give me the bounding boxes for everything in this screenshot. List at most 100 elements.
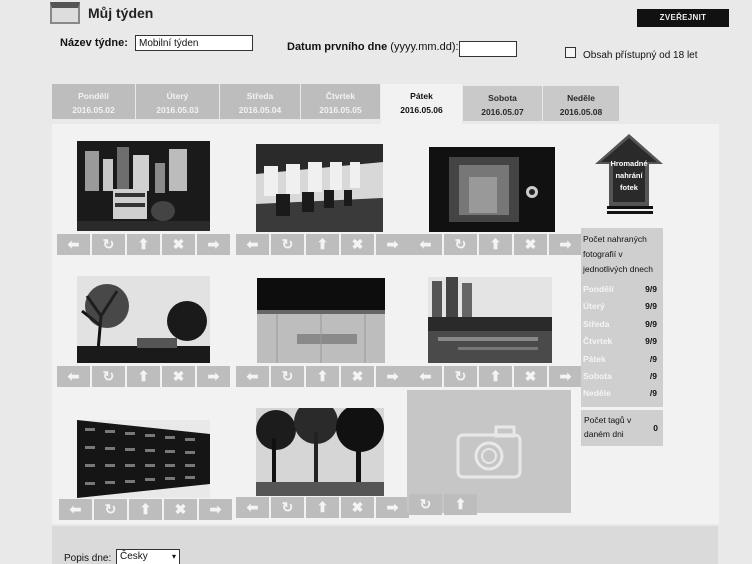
move-left-button[interactable]: ⬅ <box>57 366 90 387</box>
arrow-left-icon: ⬅ <box>246 236 259 252</box>
rotate-icon: ↻ <box>102 368 115 384</box>
move-right-button[interactable]: ➡ <box>376 497 409 518</box>
rotate-button[interactable]: ↻ <box>271 497 304 518</box>
move-right-button[interactable]: ➡ <box>376 366 409 387</box>
move-left-button[interactable]: ⬅ <box>59 499 92 520</box>
photo-5[interactable] <box>257 278 385 363</box>
photo-1-image <box>77 141 210 231</box>
rotate-button[interactable]: ↻ <box>444 234 477 255</box>
page-title: Můj týden <box>88 5 154 21</box>
move-left-button[interactable]: ⬅ <box>236 234 269 255</box>
cover-button[interactable]: ⬆ <box>444 494 477 515</box>
move-right-button[interactable]: ➡ <box>376 234 409 255</box>
photo-7[interactable] <box>77 420 210 498</box>
tab-name: Středa <box>246 91 274 101</box>
cover-button[interactable]: ⬆ <box>306 497 339 518</box>
move-left-button[interactable]: ⬅ <box>236 366 269 387</box>
tab-date: 2016.05.04 <box>238 105 282 115</box>
rotate-button[interactable]: ↻ <box>271 366 304 387</box>
stat-value: 9/9 <box>645 284 657 294</box>
first-day-label-text: Datum prvního dne <box>287 41 388 53</box>
first-day-input[interactable] <box>459 41 517 57</box>
rotate-button[interactable]: ↻ <box>92 234 125 255</box>
tab-name: Úterý <box>166 91 189 101</box>
cover-button[interactable]: ⬆ <box>127 366 160 387</box>
camera-icon <box>456 425 522 478</box>
stats-title-line1: Počet nahraných <box>583 234 647 244</box>
bulk-upload-label-line2: nahrání <box>615 171 643 180</box>
move-left-button[interactable]: ⬅ <box>409 234 442 255</box>
photo-2[interactable] <box>256 144 383 232</box>
delete-button[interactable]: ✖ <box>514 366 547 387</box>
move-right-button[interactable]: ➡ <box>197 234 230 255</box>
arrow-left-icon: ⬅ <box>419 368 432 384</box>
tab-patek[interactable]: Pátek 2016.05.06 <box>381 84 462 124</box>
tab-nedele[interactable]: Neděle 2016.05.08 <box>543 86 619 121</box>
rotate-button[interactable]: ↻ <box>92 366 125 387</box>
move-left-button[interactable]: ⬅ <box>409 366 442 387</box>
tab-pondeli[interactable]: Pondělí 2016.05.02 <box>52 84 135 119</box>
tab-utery[interactable]: Úterý 2016.05.03 <box>136 84 219 119</box>
photo-8[interactable] <box>256 408 384 496</box>
delete-icon: ✖ <box>172 236 185 252</box>
move-left-button[interactable]: ⬅ <box>57 234 90 255</box>
tab-streda[interactable]: Středa 2016.05.04 <box>220 84 300 119</box>
day-description-label: Popis dne: <box>64 553 112 564</box>
week-name-input[interactable]: Mobilní týden <box>135 35 253 51</box>
photo-6[interactable] <box>428 277 552 363</box>
move-right-button[interactable]: ➡ <box>549 234 582 255</box>
rotate-icon: ↻ <box>102 236 115 252</box>
rotate-icon: ↻ <box>281 499 294 515</box>
move-right-button[interactable]: ➡ <box>197 366 230 387</box>
arrow-right-icon: ➡ <box>207 368 220 384</box>
photo-8-toolbar: ⬅ ↻ ⬆ ✖ ➡ <box>236 497 409 518</box>
cover-button[interactable]: ⬆ <box>479 234 512 255</box>
arrow-left-icon: ⬅ <box>67 368 80 384</box>
delete-button[interactable]: ✖ <box>341 234 374 255</box>
cover-button[interactable]: ⬆ <box>306 234 339 255</box>
photo-5-image <box>257 278 385 363</box>
adult-content-checkbox[interactable] <box>565 47 576 58</box>
bulk-upload-button[interactable]: Hromadné nahrání fotek <box>595 134 663 214</box>
arrow-right-icon: ➡ <box>207 236 220 252</box>
rotate-icon: ↻ <box>104 501 117 517</box>
move-right-button[interactable]: ➡ <box>199 499 232 520</box>
photo-3[interactable] <box>429 147 555 232</box>
stat-row: Úterý 9/9 <box>583 298 661 315</box>
move-left-button[interactable]: ⬅ <box>236 497 269 518</box>
arrow-left-icon: ⬅ <box>67 236 80 252</box>
cover-icon: ⬆ <box>316 368 329 384</box>
rotate-button[interactable]: ↻ <box>444 366 477 387</box>
move-right-button[interactable]: ➡ <box>549 366 582 387</box>
cover-button[interactable]: ⬆ <box>306 366 339 387</box>
delete-button[interactable]: ✖ <box>341 497 374 518</box>
cover-button[interactable]: ⬆ <box>129 499 162 520</box>
language-select[interactable]: Česky ▾ <box>116 549 180 564</box>
photo-1[interactable] <box>77 141 210 231</box>
arrow-right-icon: ➡ <box>386 499 399 515</box>
photo-4[interactable] <box>77 276 210 363</box>
rotate-button[interactable]: ↻ <box>409 494 442 515</box>
cover-button[interactable]: ⬆ <box>479 366 512 387</box>
tab-ctvrtek[interactable]: Čtvrtek 2016.05.05 <box>301 84 380 119</box>
cover-icon: ⬆ <box>137 368 150 384</box>
delete-button[interactable]: ✖ <box>341 366 374 387</box>
tag-count-label: Počet tagů v daném dni <box>584 413 646 441</box>
tab-date: 2016.05.06 <box>400 105 443 115</box>
publish-button[interactable]: ZVEŘEJNIT <box>637 9 729 27</box>
rotate-button[interactable]: ↻ <box>271 234 304 255</box>
delete-button[interactable]: ✖ <box>514 234 547 255</box>
tab-date: 2016.05.03 <box>156 105 199 115</box>
tab-sobota[interactable]: Sobota 2016.05.07 <box>463 86 542 121</box>
photo-2-toolbar: ⬅ ↻ ⬆ ✖ ➡ <box>236 234 409 255</box>
tab-name: Neděle <box>567 93 595 103</box>
first-day-format: (yyyy.mm.dd): <box>390 41 459 53</box>
tag-count-label-line2: daném dni <box>584 429 624 439</box>
arrow-left-icon: ⬅ <box>246 499 259 515</box>
rotate-button[interactable]: ↻ <box>94 499 127 520</box>
delete-button[interactable]: ✖ <box>164 499 197 520</box>
delete-button[interactable]: ✖ <box>162 366 195 387</box>
cover-button[interactable]: ⬆ <box>127 234 160 255</box>
delete-button[interactable]: ✖ <box>162 234 195 255</box>
stat-value: /9 <box>649 388 657 399</box>
